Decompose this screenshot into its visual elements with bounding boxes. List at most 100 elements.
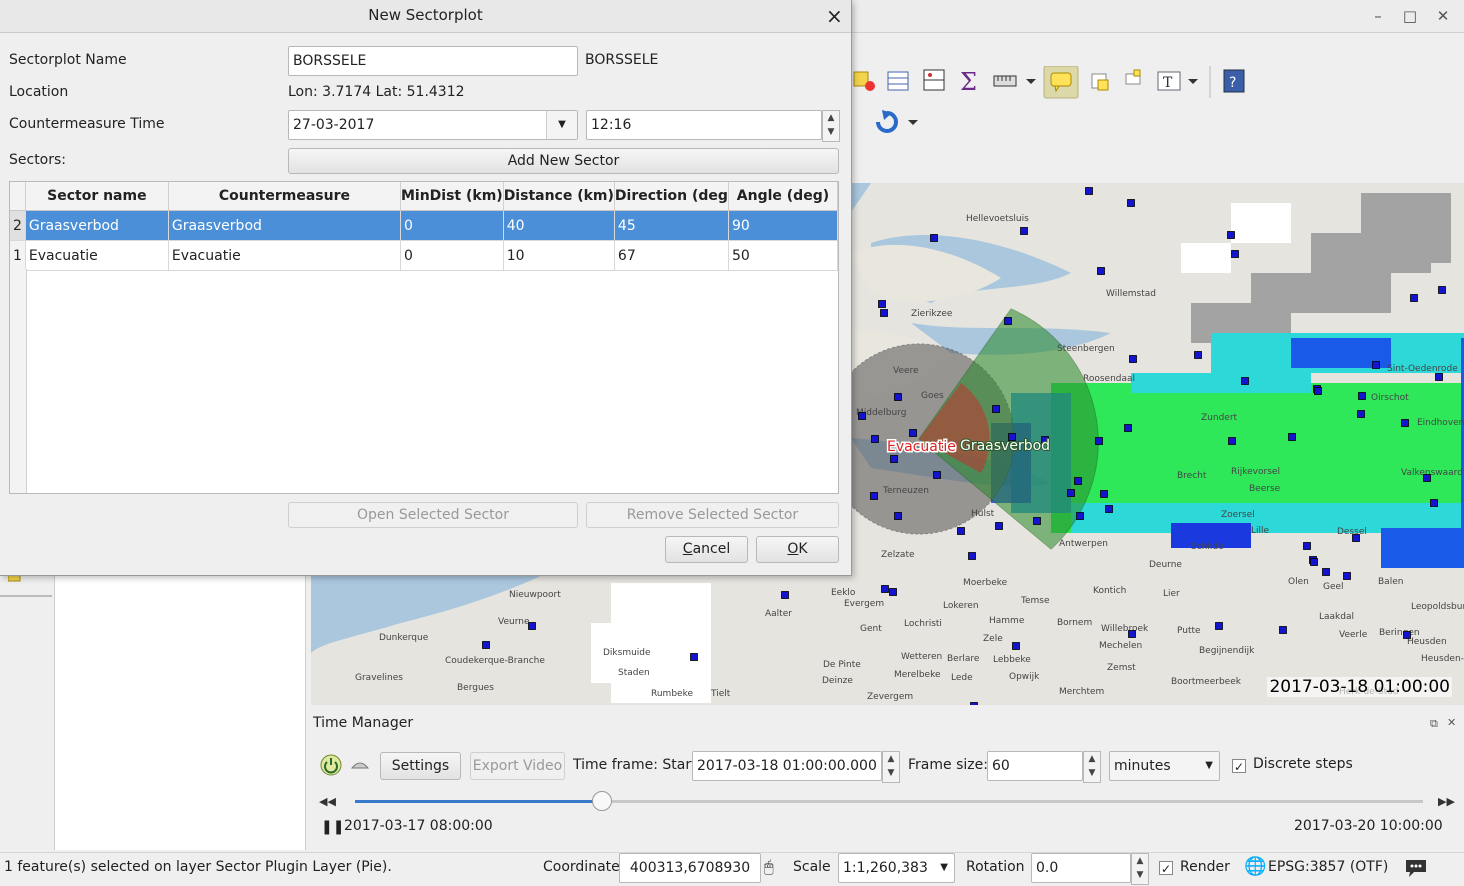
countermeasure-date-select[interactable]: 27-03-2017 ▼: [288, 110, 578, 140]
monitoring-station-marker[interactable]: [1129, 355, 1137, 363]
monitoring-station-marker[interactable]: [1095, 437, 1103, 445]
column-header-direction[interactable]: Direction (deg: [614, 182, 729, 211]
monitoring-station-marker[interactable]: [992, 405, 1000, 413]
text-annotation-icon[interactable]: [1125, 69, 1141, 85]
cell-countermeasure[interactable]: Evacuatie: [168, 240, 401, 271]
monitoring-station-marker[interactable]: [878, 300, 886, 308]
monitoring-station-marker[interactable]: [968, 552, 976, 560]
timeframe-start-input[interactable]: 2017-03-18 01:00:00.000: [692, 751, 882, 781]
monitoring-station-marker[interactable]: [1357, 410, 1365, 418]
monitoring-station-marker[interactable]: [1097, 267, 1105, 275]
statistics-icon[interactable]: [923, 69, 945, 91]
monitoring-station-marker[interactable]: [871, 435, 879, 443]
monitoring-station-marker[interactable]: [1067, 489, 1075, 497]
monitoring-station-marker[interactable]: [1358, 392, 1366, 400]
monitoring-station-marker[interactable]: [482, 641, 490, 649]
dialog-close-icon[interactable]: ×: [826, 4, 843, 28]
text-dropdown-icon[interactable]: [1188, 79, 1198, 84]
monitoring-station-marker[interactable]: [1231, 250, 1239, 258]
minimize-button[interactable]: –: [1368, 6, 1388, 26]
cell-distance[interactable]: 40: [503, 210, 615, 241]
measure-dropdown-icon[interactable]: [1026, 79, 1036, 84]
sum-icon[interactable]: Σ: [960, 68, 977, 96]
new-annotation-icon[interactable]: [1091, 73, 1109, 91]
dock-float-icon[interactable]: ⧉: [1430, 717, 1438, 731]
monitoring-station-marker[interactable]: [1279, 626, 1287, 634]
monitoring-station-marker[interactable]: [1435, 373, 1443, 381]
monitoring-station-marker[interactable]: [781, 591, 789, 599]
countermeasure-time-spinner[interactable]: ▲ ▼: [822, 110, 840, 142]
monitoring-station-marker[interactable]: [1105, 505, 1113, 513]
monitoring-station-marker[interactable]: [1033, 517, 1041, 525]
globe-icon[interactable]: 🌐: [1244, 856, 1266, 877]
cancel-button[interactable]: Cancel: [665, 536, 748, 563]
column-header-countermeasure[interactable]: Countermeasure: [168, 182, 401, 211]
text-icon[interactable]: T: [1157, 71, 1181, 91]
column-header-mindist[interactable]: MinDist (km): [400, 182, 504, 211]
monitoring-station-marker[interactable]: [1423, 474, 1431, 482]
monitoring-station-marker[interactable]: [690, 653, 698, 661]
open-selected-sector-button[interactable]: Open Selected Sector: [288, 502, 578, 528]
column-header-distance[interactable]: Distance (km): [503, 182, 615, 211]
settings-button[interactable]: Settings: [380, 752, 461, 780]
monitoring-station-marker[interactable]: [1303, 542, 1311, 550]
crs-label[interactable]: EPSG:3857 (OTF): [1268, 859, 1388, 875]
monitoring-station-marker[interactable]: [881, 585, 889, 593]
cell-angle[interactable]: 90: [728, 210, 838, 241]
monitoring-station-marker[interactable]: [1401, 419, 1409, 427]
monitoring-station-marker[interactable]: [1194, 351, 1202, 359]
frame-size-spinner[interactable]: ▲ ▼: [1083, 751, 1101, 783]
monitoring-station-marker[interactable]: [890, 455, 898, 463]
monitoring-station-marker[interactable]: [1410, 294, 1418, 302]
maximize-button[interactable]: □: [1400, 6, 1420, 26]
archive-icon[interactable]: [350, 758, 370, 772]
monitoring-station-marker[interactable]: [1314, 387, 1322, 395]
frame-unit-select[interactable]: minutes ▼: [1109, 751, 1220, 781]
monitoring-station-marker[interactable]: [1012, 642, 1020, 650]
monitoring-station-marker[interactable]: [1430, 499, 1438, 507]
cell-distance[interactable]: 10: [503, 240, 615, 271]
monitoring-station-marker[interactable]: [995, 522, 1003, 530]
cell-direction[interactable]: 45: [614, 210, 729, 241]
monitoring-station-marker[interactable]: [1124, 424, 1132, 432]
monitoring-station-marker[interactable]: [1227, 231, 1235, 239]
coordinate-input[interactable]: 400313,6708930: [619, 853, 761, 883]
row-number[interactable]: 1: [10, 240, 26, 271]
mouse-coordinate-icon[interactable]: 🖱: [764, 857, 774, 877]
monitoring-station-marker[interactable]: [1288, 433, 1296, 441]
monitoring-station-marker[interactable]: [909, 429, 917, 437]
monitoring-station-marker[interactable]: [1215, 622, 1223, 630]
monitoring-station-marker[interactable]: [880, 309, 888, 317]
row-number[interactable]: 2: [10, 210, 26, 241]
monitoring-station-marker[interactable]: [1343, 572, 1351, 580]
cell-countermeasure[interactable]: Graasverbod: [168, 210, 401, 241]
attribute-table-icon[interactable]: [887, 71, 909, 91]
messages-icon[interactable]: [1404, 858, 1428, 878]
dock-close-icon[interactable]: ✕: [1447, 716, 1456, 729]
cell-angle[interactable]: 50: [728, 240, 838, 271]
countermeasure-time-input[interactable]: 12:16: [586, 110, 822, 140]
cell-direction[interactable]: 67: [614, 240, 729, 271]
monitoring-station-marker[interactable]: [1100, 490, 1108, 498]
monitoring-station-marker[interactable]: [1076, 512, 1084, 520]
monitoring-station-marker[interactable]: [1322, 568, 1330, 576]
remove-selected-sector-button[interactable]: Remove Selected Sector: [586, 502, 839, 528]
ok-button[interactable]: OK: [756, 536, 839, 563]
monitoring-station-marker[interactable]: [933, 471, 941, 479]
monitoring-station-marker[interactable]: [1403, 631, 1411, 639]
cell-mindist[interactable]: 0: [400, 210, 504, 241]
monitoring-station-marker[interactable]: [1352, 534, 1360, 542]
refresh-icon[interactable]: [876, 110, 898, 133]
monitoring-station-marker[interactable]: [930, 234, 938, 242]
map-tips-icon[interactable]: [1043, 66, 1079, 99]
cell-mindist[interactable]: 0: [400, 240, 504, 271]
monitoring-station-marker[interactable]: [1128, 630, 1136, 638]
monitoring-station-marker[interactable]: [1127, 199, 1135, 207]
refresh-dropdown-icon[interactable]: [908, 120, 918, 125]
close-window-button[interactable]: ✕: [1433, 6, 1453, 26]
table-row[interactable]: 1 Evacuatie Evacuatie 0 10 67 50: [10, 240, 838, 271]
power-icon[interactable]: [320, 754, 342, 776]
table-row[interactable]: 2 Graasverbod Graasverbod 0 40 45 90: [10, 210, 838, 241]
monitoring-station-marker[interactable]: [1085, 187, 1093, 195]
monitoring-station-marker[interactable]: [870, 492, 878, 500]
